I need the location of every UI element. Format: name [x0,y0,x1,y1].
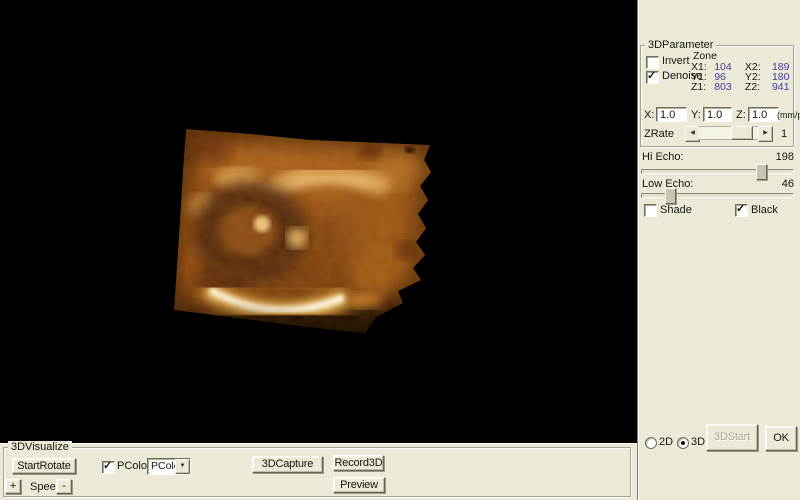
3dstart-button[interactable]: 3DStart [706,424,758,451]
mode-2d-radio[interactable] [645,437,657,449]
scale-y-input[interactable] [703,107,732,122]
scale-y-label: Y: [691,109,701,121]
speed-plus-button[interactable]: + [5,479,21,494]
black-checkbox[interactable] [735,204,748,217]
zone-z2-value: 941 [768,82,795,92]
hi-echo-value: 198 [776,151,794,163]
parameter-panel: 3DParameter Invert Denoise Zone X1: 104 … [637,0,800,500]
3dcapture-button[interactable]: 3DCapture [252,456,323,473]
mode-3d-label: 3D [691,436,705,448]
scale-z-input[interactable] [748,107,779,122]
pcolor-checkbox[interactable] [102,461,115,474]
pcolor-label: PColor [117,460,151,472]
pcolor-dropdown[interactable]: PColor ▼ [147,458,191,475]
ultrasound-3d-app: 3DParameter Invert Denoise Zone X1: 104 … [0,0,800,500]
scale-x-input[interactable] [656,107,687,122]
zrate-label: ZRate [644,128,674,140]
zone-row-z: Z1: 803 Z2: 941 [691,82,795,92]
hi-echo-slider-thumb[interactable] [756,164,767,180]
low-echo-value: 46 [782,178,794,190]
visualize-groupbox-title: 3DVisualize [8,441,72,453]
zone-z1-label: Z1: [691,82,710,92]
invert-label: Invert [662,55,690,67]
scale-x-label: X: [644,109,654,121]
hi-echo-slider[interactable] [641,169,794,174]
preview-button[interactable]: Preview [333,477,385,493]
invert-checkbox[interactable] [646,56,659,69]
ok-button[interactable]: OK [765,426,797,451]
speed-minus-button[interactable]: - [56,479,72,494]
record3d-button[interactable]: Record3D [333,455,384,471]
scale-z-label: Z: [736,109,746,121]
zrate-scrollbar[interactable]: ◀ ▶ [685,126,773,140]
zrate-scroll-right-icon[interactable]: ▶ [758,126,773,142]
scale-unit-label: (mm/p) [777,110,800,120]
zone-z2-label: Z2: [745,82,768,92]
zone-z1-value: 803 [710,82,745,92]
mode-3d-radio[interactable] [677,437,689,449]
zone-values: X1: 104 X2: 189 Y1: 96 Y2: 180 Z1: 803 Z… [691,62,795,92]
render-viewport[interactable] [0,0,637,443]
mode-2d-label: 2D [659,436,673,448]
low-echo-slider-thumb[interactable] [665,188,676,204]
zrate-scroll-thumb[interactable] [731,126,753,140]
parameter-groupbox: 3DParameter Invert Denoise Zone X1: 104 … [640,45,794,147]
low-echo-slider[interactable] [641,193,794,198]
black-label: Black [751,204,778,216]
dropdown-arrow-icon[interactable]: ▼ [175,459,190,474]
shade-checkbox[interactable] [644,204,657,217]
denoise-checkbox[interactable] [646,71,659,84]
hi-echo-label: Hi Echo: [642,151,684,163]
start-rotate-button[interactable]: StartRotate [12,458,76,474]
ultrasound-volume-render [0,0,637,443]
shade-label: Shade [660,204,692,216]
visualize-strip: 3DVisualize StartRotate + Speed - PColor… [0,443,637,500]
zrate-value: 1 [781,128,787,140]
